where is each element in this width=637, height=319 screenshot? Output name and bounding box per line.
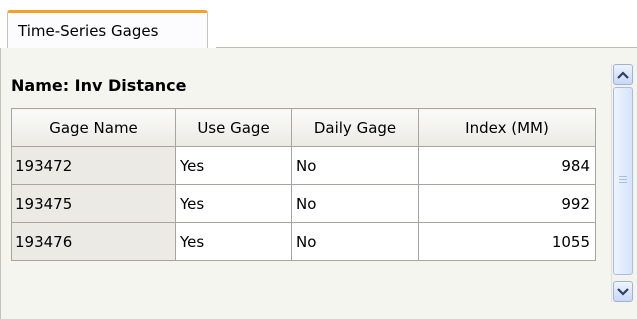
column-header-gage-name[interactable]: Gage Name [11, 108, 176, 147]
index-cell[interactable]: 984 [418, 146, 596, 185]
tab-label: Time-Series Gages [18, 22, 159, 40]
use-gage-cell[interactable]: Yes [175, 184, 292, 223]
column-header-use-gage[interactable]: Use Gage [175, 108, 292, 147]
index-cell[interactable]: 992 [418, 184, 596, 223]
vertical-scrollbar[interactable] [611, 64, 634, 302]
gage-name-cell[interactable]: 193475 [11, 184, 176, 223]
table-header-row: Gage Name Use Gage Daily Gage Index (MM) [11, 108, 596, 147]
tab-strip: Time-Series Gages [0, 0, 637, 49]
column-header-daily-gage[interactable]: Daily Gage [291, 108, 419, 147]
scroll-down-button[interactable] [613, 281, 633, 302]
chevron-down-icon [617, 287, 629, 296]
gages-table: Gage Name Use Gage Daily Gage Index (MM)… [11, 108, 596, 261]
gages-panel: Name: Inv Distance Gage Name Use Gage Da… [0, 48, 637, 319]
grip-icon [619, 176, 627, 185]
table-row[interactable]: 193476 Yes No 1055 [11, 222, 596, 261]
tab-time-series-gages[interactable]: Time-Series Gages [7, 10, 208, 48]
daily-gage-cell[interactable]: No [291, 146, 419, 185]
column-header-index[interactable]: Index (MM) [418, 108, 596, 147]
gage-name-cell[interactable]: 193472 [11, 146, 176, 185]
panel-title: Name: Inv Distance [11, 76, 187, 95]
daily-gage-cell[interactable]: No [291, 222, 419, 261]
table-row[interactable]: 193472 Yes No 984 [11, 146, 596, 185]
scroll-thumb[interactable] [613, 87, 633, 275]
chevron-up-icon [617, 70, 629, 79]
scroll-up-button[interactable] [613, 64, 633, 85]
use-gage-cell[interactable]: Yes [175, 222, 292, 261]
use-gage-cell[interactable]: Yes [175, 146, 292, 185]
table-row[interactable]: 193475 Yes No 992 [11, 184, 596, 223]
index-cell[interactable]: 1055 [418, 222, 596, 261]
gage-name-cell[interactable]: 193476 [11, 222, 176, 261]
daily-gage-cell[interactable]: No [291, 184, 419, 223]
